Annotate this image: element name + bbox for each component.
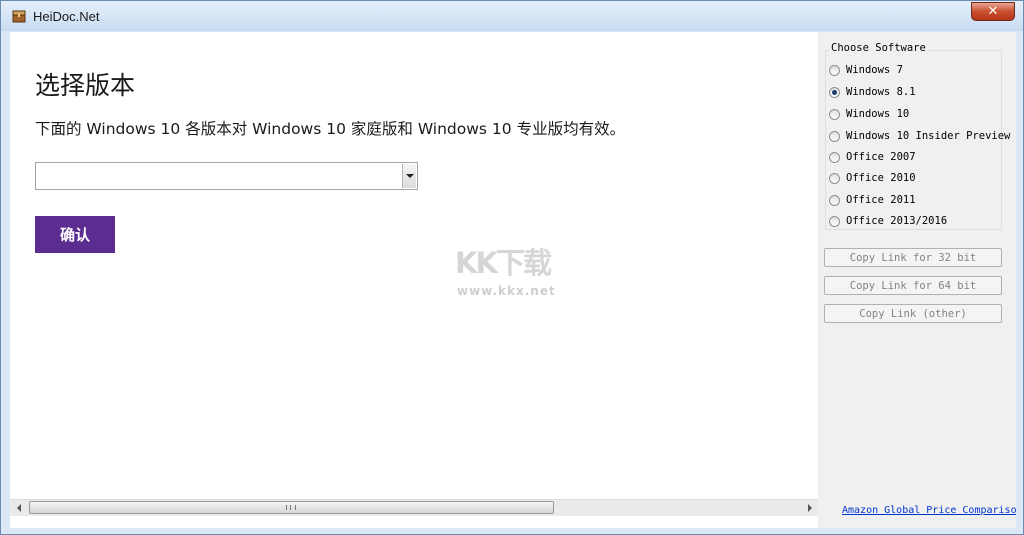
copy-link-other-button[interactable]: Copy Link (other) xyxy=(824,304,1002,323)
radio-icon[interactable] xyxy=(829,194,840,206)
close-icon: ✕ xyxy=(987,4,999,19)
radio-icon[interactable] xyxy=(829,172,840,184)
radio-selected-icon[interactable] xyxy=(829,86,840,98)
amazon-price-link[interactable]: Amazon Global Price Compariso xyxy=(842,505,1016,516)
radio-icon[interactable] xyxy=(829,64,840,76)
scroll-right-icon[interactable] xyxy=(801,500,818,516)
app-icon xyxy=(12,10,26,23)
radio-label: Office 2011 xyxy=(846,194,916,206)
client-area: 选择版本 下面的 Windows 10 各版本对 Windows 10 家庭版和… xyxy=(10,32,1016,528)
radio-office-2007[interactable]: Office 2007 xyxy=(829,149,916,165)
grip-icon xyxy=(286,505,296,510)
radio-office-2010[interactable]: Office 2010 xyxy=(829,170,916,186)
radio-windows-10-insider[interactable]: Windows 10 Insider Preview xyxy=(829,128,1010,144)
radio-office-2011[interactable]: Office 2011 xyxy=(829,192,916,208)
page-description: 下面的 Windows 10 各版本对 Windows 10 家庭版和 Wind… xyxy=(35,120,626,138)
watermark: KK下载 www.kkx.net xyxy=(455,240,555,298)
radio-icon[interactable] xyxy=(829,130,840,142)
radio-label: Windows 10 xyxy=(846,108,910,120)
chevron-down-icon[interactable] xyxy=(402,164,416,188)
content-pane: 选择版本 下面的 Windows 10 各版本对 Windows 10 家庭版和… xyxy=(10,32,818,528)
radio-icon[interactable] xyxy=(829,108,840,120)
radio-icon[interactable] xyxy=(829,215,840,227)
radio-label: Windows 10 Insider Preview xyxy=(846,130,1011,142)
scrollbar-thumb[interactable] xyxy=(29,501,554,514)
confirm-button[interactable]: 确认 xyxy=(35,216,115,253)
radio-windows-8-1[interactable]: Windows 8.1 xyxy=(829,84,916,100)
horizontal-scrollbar[interactable] xyxy=(10,499,818,516)
choose-software-label: Choose Software xyxy=(829,42,928,54)
app-window: HeiDoc.Net ✕ 选择版本 下面的 Windows 10 各版本对 Wi… xyxy=(0,0,1024,535)
radio-windows-10[interactable]: Windows 10 xyxy=(829,106,909,122)
watermark-url: www.kkx.net xyxy=(457,284,556,298)
edition-select[interactable] xyxy=(35,162,418,190)
close-button[interactable]: ✕ xyxy=(971,2,1015,21)
radio-label: Windows 7 xyxy=(846,64,903,76)
window-title: HeiDoc.Net xyxy=(33,9,100,24)
copy-link-32-button[interactable]: Copy Link for 32 bit xyxy=(824,248,1002,267)
radio-windows-7[interactable]: Windows 7 xyxy=(829,62,903,78)
watermark-logo: KK下载 xyxy=(455,246,552,280)
radio-label: Office 2013/2016 xyxy=(846,215,948,227)
radio-label: Office 2007 xyxy=(846,151,916,163)
page-title: 选择版本 xyxy=(35,71,136,100)
title-bar[interactable]: HeiDoc.Net ✕ xyxy=(1,1,1023,31)
copy-link-64-button[interactable]: Copy Link for 64 bit xyxy=(824,276,1002,295)
scroll-left-icon[interactable] xyxy=(10,500,27,516)
radio-label: Office 2010 xyxy=(846,172,916,184)
radio-office-2013-2016[interactable]: Office 2013/2016 xyxy=(829,213,947,229)
radio-icon[interactable] xyxy=(829,151,840,163)
radio-label: Windows 8.1 xyxy=(846,86,916,98)
